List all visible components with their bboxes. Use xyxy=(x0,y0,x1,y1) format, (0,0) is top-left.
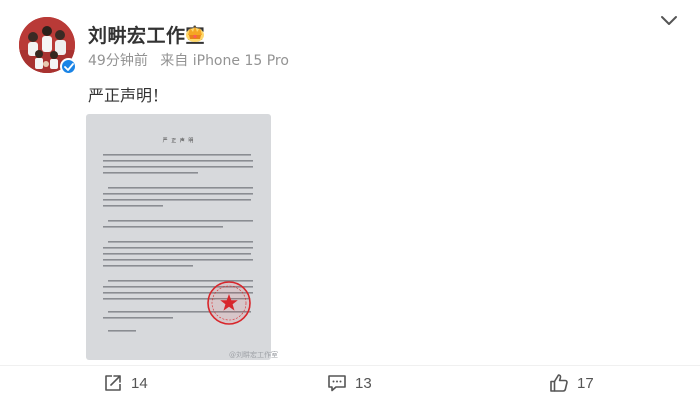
like-icon xyxy=(550,374,568,392)
post-text: 严正声明！ xyxy=(88,86,169,105)
post-image[interactable]: 严 正 声 明 xyxy=(86,114,271,360)
verified-icon xyxy=(60,58,77,75)
share-count: 14 xyxy=(131,374,148,392)
post-meta: 49分钟前 来自 iPhone 15 Pro xyxy=(88,50,297,70)
chevron-down-icon[interactable] xyxy=(660,15,678,27)
divider xyxy=(0,365,700,366)
image-watermark: @刘畊宏工作室 xyxy=(229,351,278,359)
like-count: 17 xyxy=(577,374,594,392)
comment-button[interactable]: 13 xyxy=(327,373,372,393)
comment-icon xyxy=(328,375,346,392)
comment-count: 13 xyxy=(355,374,372,392)
post-time[interactable]: 49分钟前 xyxy=(88,53,148,69)
official-seal xyxy=(207,281,251,325)
like-button[interactable]: 17 xyxy=(549,373,594,393)
share-button[interactable]: 14 xyxy=(103,373,148,393)
post-source: 来自 iPhone 15 Pro xyxy=(160,53,289,69)
share-icon xyxy=(105,375,121,391)
vip-crown-icon[interactable] xyxy=(184,23,206,43)
